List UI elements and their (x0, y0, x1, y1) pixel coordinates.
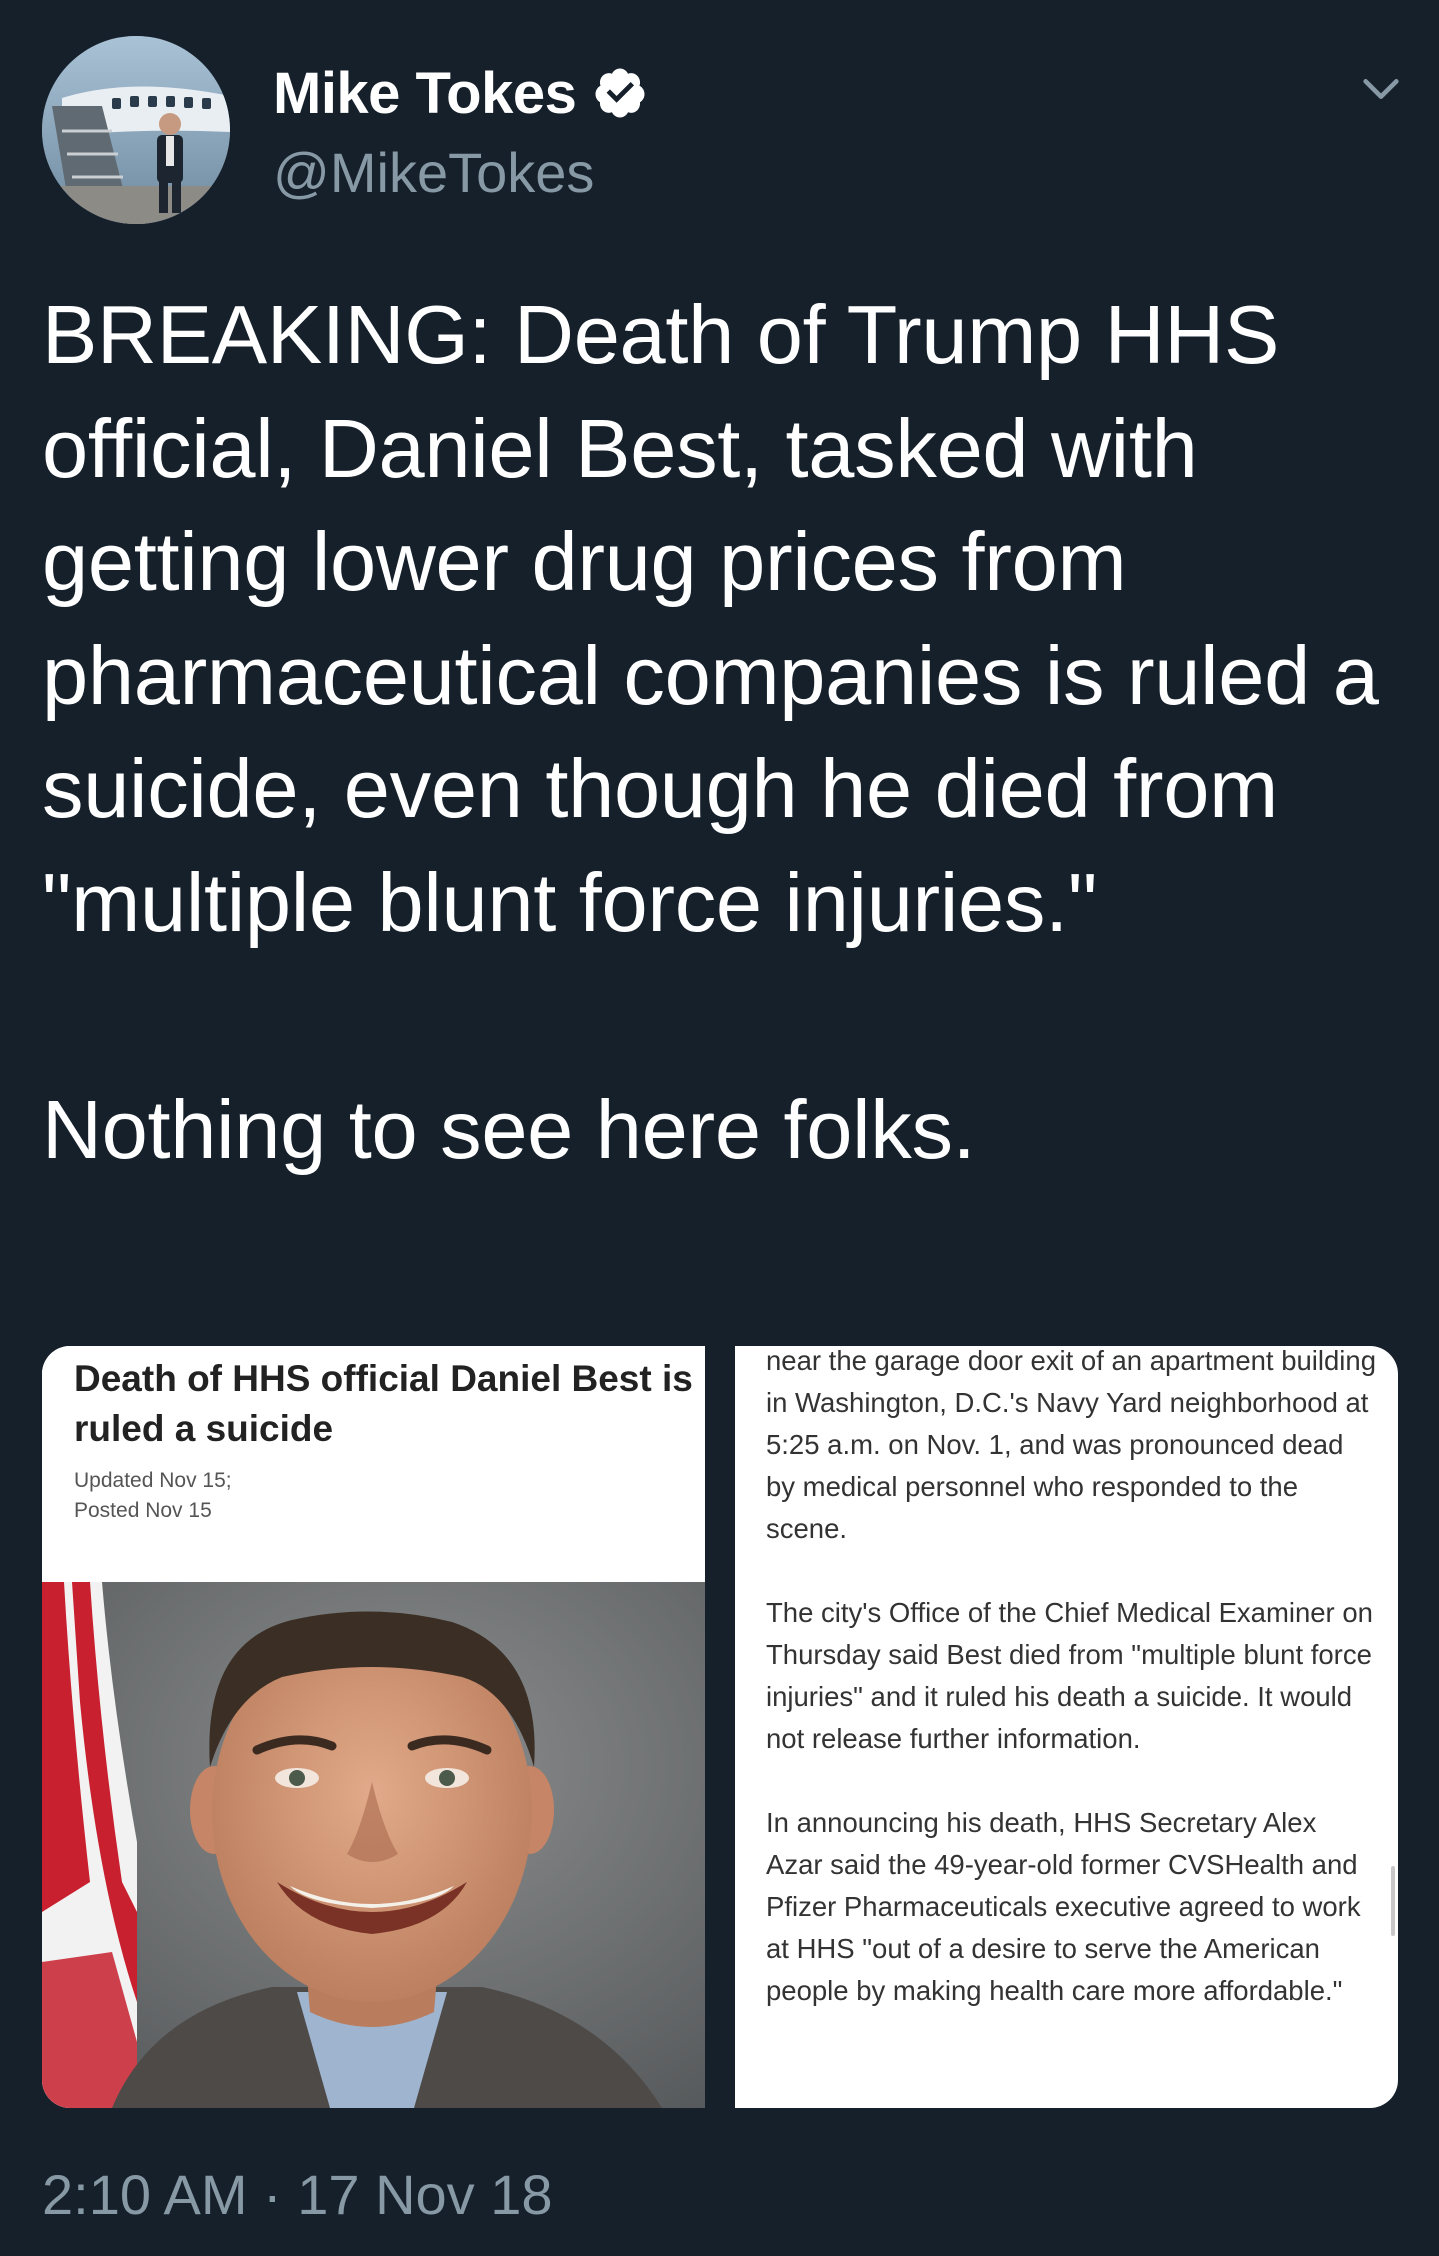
scroll-indicator (1391, 1866, 1395, 1936)
article-paragraph: near the garage door exit of an apartmen… (766, 1346, 1376, 1544)
author-display-name[interactable]: Mike Tokes (273, 60, 577, 127)
article-dateline: Updated Nov 15; Posted Nov 15 (74, 1466, 232, 1526)
article-headline: Death of HHS official Daniel Best is rul… (74, 1358, 693, 1449)
tweet: Mike Tokes @MikeTokes BREAKING: Death of… (0, 0, 1439, 2256)
article-paragraph: In announcing his death, HHS Secretary A… (766, 1807, 1361, 2006)
media-image-right[interactable]: near the garage door exit of an apartmen… (735, 1346, 1398, 2108)
author-name-row[interactable]: Mike Tokes (273, 58, 648, 128)
portrait-photo (42, 1582, 705, 2108)
article-body: near the garage door exit of an apartmen… (766, 1346, 1376, 2054)
author-handle[interactable]: @MikeTokes (273, 140, 594, 205)
article-paragraph: The city's Office of the Chief Medical E… (766, 1597, 1373, 1754)
avatar-photo (42, 36, 230, 224)
article-posted: Posted Nov 15 (74, 1499, 212, 1522)
tweet-text: BREAKING: Death of Trump HHS official, D… (42, 288, 1379, 1176)
avatar[interactable] (42, 36, 230, 224)
media-image-left[interactable]: Death of HHS official Daniel Best is rul… (42, 1346, 705, 2108)
tweet-media[interactable]: Death of HHS official Daniel Best is rul… (42, 1346, 1398, 2108)
tweet-timestamp[interactable]: 2:10 AM · 17 Nov 18 (42, 2162, 553, 2227)
chevron-down-icon[interactable] (1358, 66, 1404, 112)
article-updated: Updated Nov 15; (74, 1469, 232, 1492)
verified-badge-icon (595, 68, 645, 118)
article-header: Death of HHS official Daniel Best is rul… (42, 1346, 705, 1582)
